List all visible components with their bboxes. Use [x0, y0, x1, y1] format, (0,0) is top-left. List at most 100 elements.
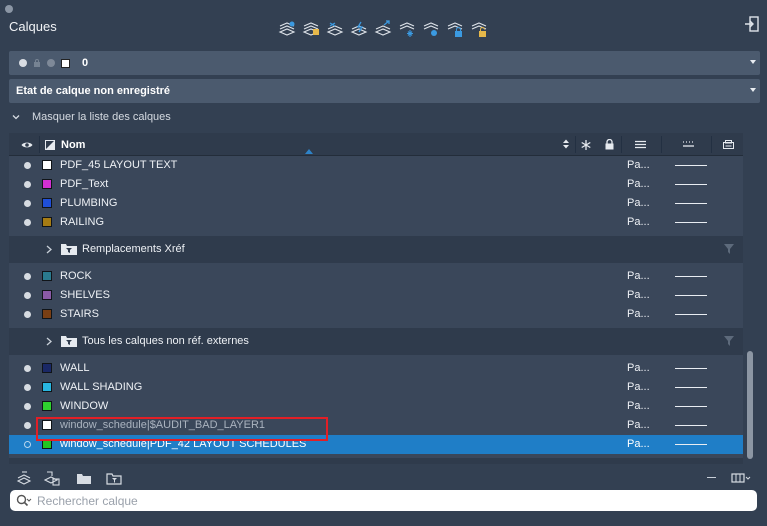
- layer-linetype[interactable]: Pa...: [627, 308, 650, 320]
- layer-lineweight[interactable]: [675, 184, 707, 185]
- visibility-column-header[interactable]: [17, 133, 37, 156]
- layer-visibility-toggle[interactable]: [24, 200, 31, 207]
- layer-linetype[interactable]: Pa...: [627, 197, 650, 209]
- chevron-right-icon[interactable]: [45, 245, 53, 254]
- chevron-right-icon[interactable]: [45, 337, 53, 346]
- layer-row[interactable]: ROCK Pa...: [9, 267, 743, 286]
- layer-row[interactable]: WINDOW Pa...: [9, 397, 743, 416]
- lock-column-header[interactable]: [601, 133, 617, 156]
- layer-color-swatch[interactable]: [42, 363, 52, 373]
- layer-row[interactable]: WALL Pa...: [9, 359, 743, 378]
- layer-lineweight[interactable]: [675, 368, 707, 369]
- layer-visibility-toggle[interactable]: [24, 219, 31, 226]
- layer-color-swatch[interactable]: [42, 179, 52, 189]
- layer-visibility-toggle[interactable]: [24, 311, 31, 318]
- layer-linetype[interactable]: Pa...: [627, 419, 650, 431]
- layer-color-swatch[interactable]: [42, 198, 52, 208]
- layer-visibility-toggle[interactable]: [24, 273, 31, 280]
- layer-visibility-toggle[interactable]: [24, 162, 31, 169]
- layer-row[interactable]: WALL SHADING Pa...: [9, 378, 743, 397]
- layer-state-dropdown[interactable]: Etat de calque non enregistré: [9, 79, 760, 103]
- layer-row[interactable]: PDF_Text Pa...: [9, 175, 743, 194]
- delete-layer-icon[interactable]: [326, 20, 344, 38]
- lock-layer-icon[interactable]: [446, 20, 464, 38]
- new-layer-icon[interactable]: [278, 20, 296, 38]
- layer-visibility-toggle[interactable]: [24, 181, 31, 188]
- layer-lineweight[interactable]: [675, 295, 707, 296]
- layer-row[interactable]: PLUMBING Pa...: [9, 194, 743, 213]
- new-layer-icon[interactable]: [16, 470, 32, 486]
- freeze-icon: [47, 59, 55, 67]
- layer-row[interactable]: STAIRS Pa...: [9, 305, 743, 324]
- filter-icon[interactable]: [724, 244, 734, 254]
- layer-color-swatch[interactable]: [42, 271, 52, 281]
- scrollbar-thumb[interactable]: [747, 351, 753, 459]
- layer-linetype[interactable]: Pa...: [627, 270, 650, 282]
- new-layer-vp-frozen-icon[interactable]: [302, 20, 320, 38]
- layer-lineweight[interactable]: [675, 425, 707, 426]
- layer-color-swatch[interactable]: [42, 217, 52, 227]
- layer-linetype[interactable]: Pa...: [627, 400, 650, 412]
- exit-panel-icon[interactable]: [745, 16, 759, 32]
- layer-lineweight[interactable]: [675, 276, 707, 277]
- collapse-icon[interactable]: [707, 477, 716, 478]
- layer-lineweight[interactable]: [675, 203, 707, 204]
- layer-visibility-toggle[interactable]: [24, 292, 31, 299]
- move-to-layer-icon[interactable]: [374, 20, 392, 38]
- new-layer-vp-icon[interactable]: [44, 470, 60, 486]
- linetype-column-header[interactable]: [633, 133, 647, 156]
- layer-linetype[interactable]: Pa...: [627, 159, 650, 171]
- filter-icon[interactable]: [724, 336, 734, 346]
- plot-column-header[interactable]: [721, 133, 735, 156]
- layer-visibility-toggle[interactable]: [24, 422, 31, 429]
- layer-color-swatch[interactable]: [42, 439, 52, 449]
- layer-linetype[interactable]: Pa...: [627, 289, 650, 301]
- new-group-filter-icon[interactable]: [76, 470, 92, 486]
- layer-row-selected[interactable]: window_schedule|PDF_42 LAYOUT SCHEDULES P…: [9, 435, 743, 454]
- layer-visibility-toggle[interactable]: [24, 403, 31, 410]
- layer-color-swatch[interactable]: [42, 290, 52, 300]
- settings-menu-icon[interactable]: [731, 470, 751, 486]
- layer-visibility-toggle[interactable]: [24, 441, 31, 448]
- layer-color-swatch[interactable]: [42, 309, 52, 319]
- layer-lineweight[interactable]: [675, 222, 707, 223]
- current-layer-dropdown[interactable]: 0: [9, 51, 760, 75]
- filter-group-row[interactable]: Remplacements Xréf: [9, 236, 743, 263]
- freeze-column-header[interactable]: [579, 133, 593, 156]
- unlock-layer-icon[interactable]: [470, 20, 488, 38]
- layer-linetype[interactable]: Pa...: [627, 381, 650, 393]
- layer-lineweight[interactable]: [675, 314, 707, 315]
- layer-color-swatch[interactable]: [42, 420, 52, 430]
- layer-linetype[interactable]: Pa...: [627, 178, 650, 190]
- layer-name: RAILING: [60, 216, 105, 228]
- layer-linetype[interactable]: Pa...: [627, 216, 650, 228]
- layer-visibility-toggle[interactable]: [24, 365, 31, 372]
- layer-lineweight[interactable]: [675, 406, 707, 407]
- layer-color-swatch[interactable]: [42, 401, 52, 411]
- layer-linetype[interactable]: Pa...: [627, 438, 650, 450]
- search-input[interactable]: [37, 493, 717, 508]
- layer-row[interactable]: RAILING Pa...: [9, 213, 743, 232]
- layer-lineweight[interactable]: [675, 387, 707, 388]
- layer-row[interactable]: SHELVES Pa...: [9, 286, 743, 305]
- isolate-layer-icon[interactable]: [422, 20, 440, 38]
- freeze-all-icon[interactable]: [398, 20, 416, 38]
- filter-group-label: Remplacements Xréf: [82, 243, 185, 255]
- layer-color-swatch[interactable]: [42, 160, 52, 170]
- layer-lineweight[interactable]: [675, 165, 707, 166]
- layer-lineweight[interactable]: [675, 444, 707, 445]
- layer-row[interactable]: PDF_45 LAYOUT TEXT Pa...: [9, 156, 743, 175]
- hide-layer-list-toggle[interactable]: Masquer la liste des calques: [12, 111, 171, 123]
- layer-color-swatch[interactable]: [42, 382, 52, 392]
- layer-list-scrollbar[interactable]: [743, 133, 759, 464]
- layer-search-box[interactable]: [10, 490, 757, 511]
- layer-visibility-toggle[interactable]: [24, 384, 31, 391]
- layer-row[interactable]: window_schedule|$AUDIT_BAD_LAYER1 Pa...: [9, 416, 743, 435]
- layer-linetype[interactable]: Pa...: [627, 362, 650, 374]
- set-current-icon[interactable]: [350, 20, 368, 38]
- new-property-filter-icon[interactable]: [106, 470, 122, 486]
- lineweight-column-header[interactable]: [681, 133, 695, 156]
- layer-name: WALL SHADING: [60, 381, 143, 393]
- filter-group-row[interactable]: Xréf: [9, 458, 743, 464]
- filter-group-row[interactable]: Tous les calques non réf. externes: [9, 328, 743, 355]
